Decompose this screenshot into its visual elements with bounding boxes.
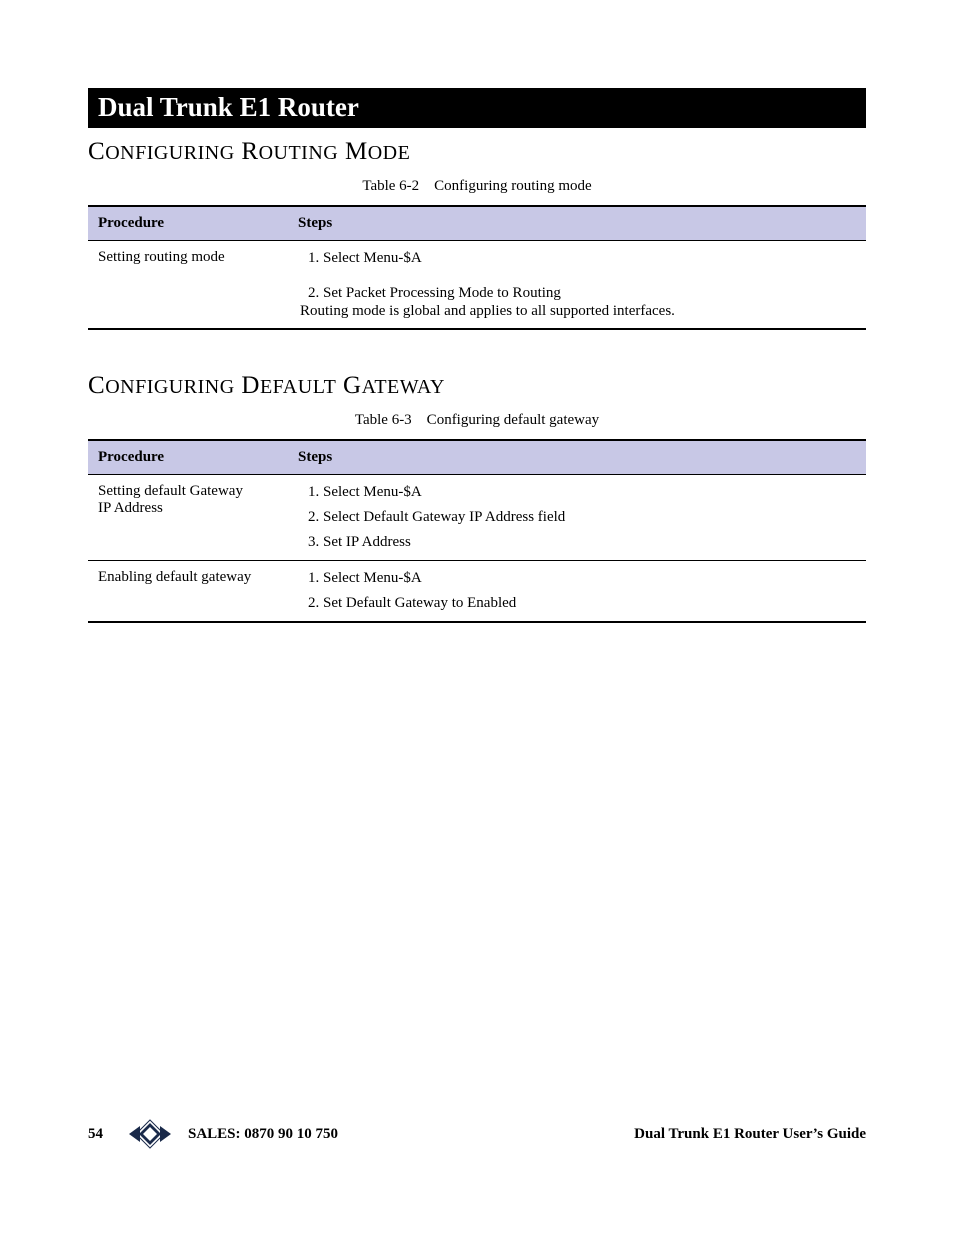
footer-left: 54 SALES: xyxy=(88,1118,338,1150)
procedure-text: Setting default Gateway xyxy=(98,483,278,500)
section2-table: Procedure Steps Setting default Gateway … xyxy=(88,439,866,623)
col-header-steps: Steps xyxy=(288,206,866,241)
title-bar-text: Dual Trunk E1 Router xyxy=(98,92,359,122)
procedure-cell: Setting routing mode xyxy=(88,241,288,277)
section1-heading: CONFIGURING ROUTING MODE xyxy=(88,138,866,166)
procedure-text: IP Address xyxy=(98,500,278,517)
col-header-procedure: Procedure xyxy=(88,206,288,241)
section1-table-caption: Table 6-2 Configuring routing mode xyxy=(88,178,866,195)
table-header-row: Procedure Steps xyxy=(88,206,866,241)
logo-icon xyxy=(126,1118,174,1150)
section1-table: Procedure Steps Setting routing mode 1. … xyxy=(88,205,866,330)
title-bar: Dual Trunk E1 Router xyxy=(88,88,866,128)
guide-text: Dual Trunk E1 Router User’s Guide xyxy=(634,1126,866,1143)
section2-heading: CONFIGURING DEFAULT GATEWAY xyxy=(88,372,866,400)
table-row: 2. Set Packet Processing Mode to Routing… xyxy=(88,276,866,329)
step-text: 3. Set IP Address xyxy=(308,534,856,551)
step-text: 2. Select Default Gateway IP Address fie… xyxy=(308,509,856,526)
page: Dual Trunk E1 Router CONFIGURING ROUTING… xyxy=(0,0,954,1235)
step-text: 1. Select Menu-$A xyxy=(308,484,856,501)
procedure-cell: Enabling default gateway xyxy=(88,561,288,623)
section2-table-caption: Table 6-3 Configuring default gateway xyxy=(88,412,866,429)
footer: 54 SALES: xyxy=(88,1118,866,1150)
steps-cell: 2. Set Packet Processing Mode to Routing… xyxy=(288,276,866,329)
step-text: 2. Set Default Gateway to Enabled xyxy=(308,595,856,612)
procedure-text: Enabling default gateway xyxy=(98,569,278,586)
table-row: Enabling default gateway 1. Select Menu-… xyxy=(88,561,866,623)
table-header-row: Procedure Steps xyxy=(88,440,866,475)
step-note: Routing mode is global and applies to al… xyxy=(300,303,856,320)
procedure-cell-empty xyxy=(88,276,288,329)
sales-text: SALES: 0870 90 10 750 xyxy=(188,1126,338,1143)
steps-cell: 1. Select Menu-$A 2. Select Default Gate… xyxy=(288,475,866,561)
step-text: 1. Select Menu-$A xyxy=(308,250,856,267)
table-row: Setting default Gateway IP Address 1. Se… xyxy=(88,475,866,561)
page-number: 54 xyxy=(88,1126,112,1143)
procedure-cell: Setting default Gateway IP Address xyxy=(88,475,288,561)
col-header-procedure: Procedure xyxy=(88,440,288,475)
step-text: 2. Set Packet Processing Mode to Routing xyxy=(308,285,856,302)
steps-cell: 1. Select Menu-$A 2. Set Default Gateway… xyxy=(288,561,866,623)
table-row: Setting routing mode 1. Select Menu-$A xyxy=(88,241,866,277)
step-text: 1. Select Menu-$A xyxy=(308,570,856,587)
steps-cell: 1. Select Menu-$A xyxy=(288,241,866,277)
col-header-steps: Steps xyxy=(288,440,866,475)
